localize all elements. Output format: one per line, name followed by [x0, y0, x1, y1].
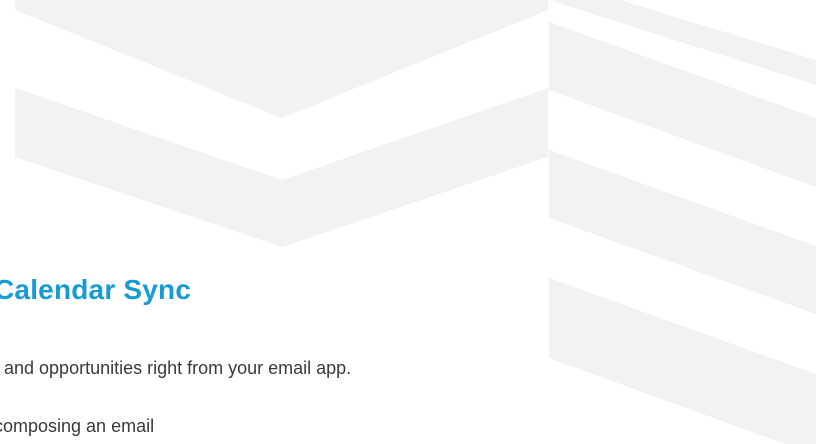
hero-cutoff-text: composing an email [0, 416, 155, 436]
chevron-shape-left-bottom [15, 88, 548, 247]
chevron-shape-left-top [15, 0, 548, 118]
hero-content: Calendar Sync , and opportunities right … [0, 270, 554, 436]
chevron-shape-right-2 [549, 22, 816, 187]
hero-title: Calendar Sync [0, 274, 192, 305]
chevron-shape-right-1 [549, 0, 816, 85]
page: Calendar Sync , and opportunities right … [0, 0, 816, 444]
hero-subtitle: , and opportunities right from your emai… [0, 358, 352, 378]
chevron-shape-right-3 [549, 150, 816, 314]
chevron-shape-right-4 [549, 278, 816, 444]
